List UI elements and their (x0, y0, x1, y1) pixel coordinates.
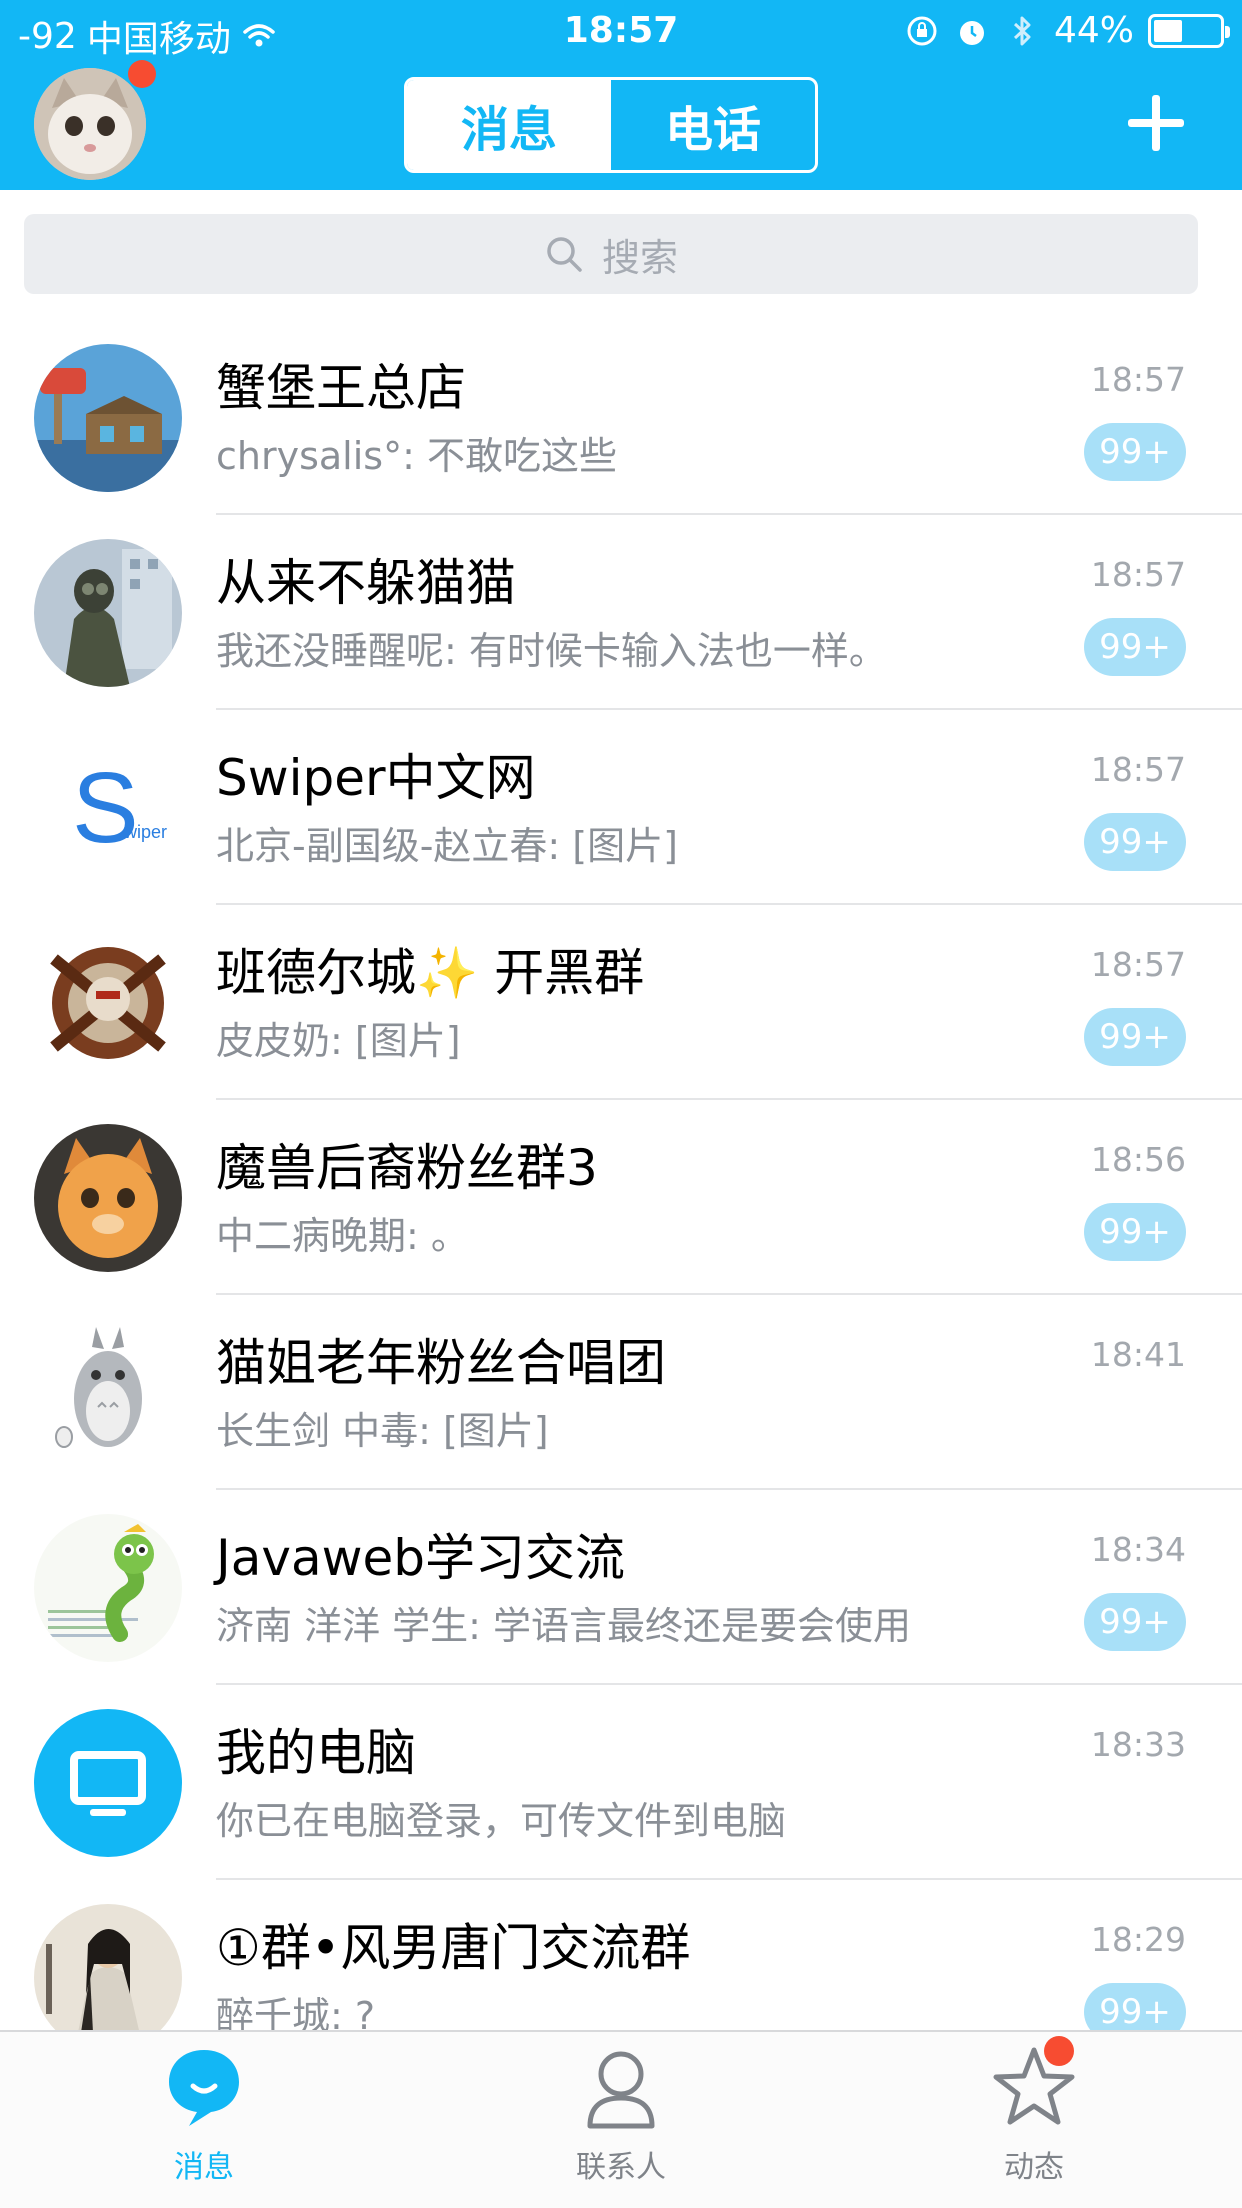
top-header: -92 中国移动 18:57 44% 消息 电话 (0, 0, 1242, 190)
chat-avatar (34, 929, 182, 1077)
chat-preview: 皮皮奶: [图片] (216, 1019, 461, 1063)
chat-row[interactable]: ①群•风男唐门交流群 醉千城: ? 18:29 99+ (0, 1880, 1242, 2030)
chat-row[interactable]: 从来不躲猫猫 我还没睡醒呢: 有时候卡输入法也一样。 18:57 99+ (0, 515, 1242, 710)
chat-row[interactable]: 我的电脑 你已在电脑登录，可传文件到电脑 18:33 (0, 1685, 1242, 1880)
plus-icon[interactable] (1128, 95, 1184, 151)
chat-preview: 济南 洋洋 学生: 学语言最终还是要会使用 (216, 1604, 912, 1648)
search-placeholder: 搜索 (601, 235, 678, 280)
chat-time: 18:56 (1090, 1140, 1186, 1179)
svg-text:S: S (72, 752, 139, 864)
tabbar-item-contacts[interactable]: 联系人 (511, 2042, 731, 2202)
monitor-icon (34, 1709, 182, 1857)
battery-icon (1148, 13, 1230, 48)
search-icon (547, 237, 582, 272)
chat-time: 18:41 (1090, 1335, 1186, 1374)
chat-time: 18:57 (1090, 750, 1186, 789)
unread-badge: 99+ (1084, 423, 1186, 481)
person-icon (587, 2051, 655, 2129)
chat-row[interactable]: 魔兽后裔粉丝群3 中二病晚期: 。 18:56 99+ (0, 1100, 1242, 1295)
chat-row[interactable]: S wiper Swiper中文网 北京-副国级-赵立春: [图片] 18:57… (0, 710, 1242, 905)
profile-notification-dot (128, 60, 156, 88)
battery-percent: 44% (1053, 10, 1134, 51)
chat-preview: chrysalis°: 不敢吃这些 (216, 434, 617, 478)
chat-time: 18:57 (1090, 555, 1186, 594)
unread-badge: 99+ (1084, 1593, 1186, 1651)
unread-badge: 99+ (1084, 1008, 1186, 1066)
message-call-switch: 消息 电话 (404, 77, 818, 173)
moments-notification-dot (1044, 2036, 1074, 2066)
chat-avatar (34, 344, 182, 492)
tabbar-label-messages: 消息 (174, 2150, 234, 2185)
chat-title: 从来不躲猫猫 (216, 554, 516, 612)
chat-avatar (34, 1319, 182, 1467)
chat-title: 蟹堡王总店 (216, 359, 466, 417)
chat-avatar: S wiper (34, 734, 182, 882)
chat-preview: 中二病晚期: 。 (216, 1214, 469, 1258)
chat-preview: 长生剑 中毒: [图片] (216, 1409, 549, 1453)
tabbar-label-contacts: 联系人 (576, 2150, 666, 2185)
chat-title: ①群•风男唐门交流群 (216, 1919, 691, 1977)
chat-row[interactable]: 猫姐老年粉丝合唱团 长生剑 中毒: [图片] 18:41 (0, 1295, 1242, 1490)
chat-time: 18:33 (1090, 1725, 1186, 1764)
chat-preview: 醉千城: ? (216, 1994, 376, 2030)
chat-row[interactable]: Javaweb学习交流 济南 洋洋 学生: 学语言最终还是要会使用 18:34 … (0, 1490, 1242, 1685)
unread-badge: 99+ (1084, 618, 1186, 676)
chat-row[interactable]: 蟹堡王总店 chrysalis°: 不敢吃这些 18:57 99+ (0, 320, 1242, 515)
chat-preview: 你已在电脑登录，可传文件到电脑 (216, 1799, 787, 1843)
chat-time: 18:57 (1090, 360, 1186, 399)
chat-avatar (34, 1514, 182, 1662)
chat-avatar (34, 1904, 182, 2030)
chat-time: 18:29 (1090, 1920, 1186, 1959)
chat-list: 蟹堡王总店 chrysalis°: 不敢吃这些 18:57 99+ 从来不躲猫猫… (0, 320, 1242, 2030)
tabbar-item-moments[interactable]: 动态 (924, 2042, 1144, 2202)
unread-badge: 99+ (1084, 1983, 1186, 2030)
chat-title: 猫姐老年粉丝合唱团 (216, 1334, 666, 1392)
chat-title: 班德尔城✨ 开黑群 (216, 944, 645, 1002)
chat-time: 18:57 (1090, 945, 1186, 984)
qq-app-screen: -92 中国移动 18:57 44% 消息 电话 搜索 蟹堡王总店 chrysa… (0, 0, 1242, 2208)
bluetooth-icon (1013, 16, 1031, 45)
chat-preview: 我还没睡醒呢: 有时候卡输入法也一样。 (216, 629, 887, 673)
tabbar-label-moments: 动态 (1004, 2150, 1064, 2185)
chat-title: Javaweb学习交流 (216, 1529, 626, 1587)
unread-badge: 99+ (1084, 1203, 1186, 1261)
tabbar-item-messages[interactable]: 消息 (94, 2042, 314, 2202)
chat-title: 魔兽后裔粉丝群3 (216, 1139, 598, 1197)
chat-preview: 北京-副国级-赵立春: [图片] (216, 824, 678, 868)
status-bar: -92 中国移动 18:57 44% (0, 0, 1242, 60)
profile-avatar[interactable] (34, 68, 146, 180)
message-bubble-icon (169, 2050, 239, 2126)
chat-title: Swiper中文网 (216, 749, 536, 807)
rotation-lock-icon (907, 16, 937, 45)
chat-avatar (34, 539, 182, 687)
search-input[interactable]: 搜索 (24, 214, 1198, 294)
alarm-icon (959, 20, 984, 45)
tab-calls[interactable]: 电话 (611, 80, 815, 170)
chat-row[interactable]: 班德尔城✨ 开黑群 皮皮奶: [图片] 18:57 99+ (0, 905, 1242, 1100)
search-area: 搜索 (0, 190, 1242, 315)
chat-avatar (34, 1124, 182, 1272)
unread-badge: 99+ (1084, 813, 1186, 871)
chat-title: 我的电脑 (216, 1724, 416, 1782)
svg-text:wiper: wiper (123, 822, 167, 842)
chat-time: 18:34 (1090, 1530, 1186, 1569)
tab-messages[interactable]: 消息 (407, 80, 611, 170)
